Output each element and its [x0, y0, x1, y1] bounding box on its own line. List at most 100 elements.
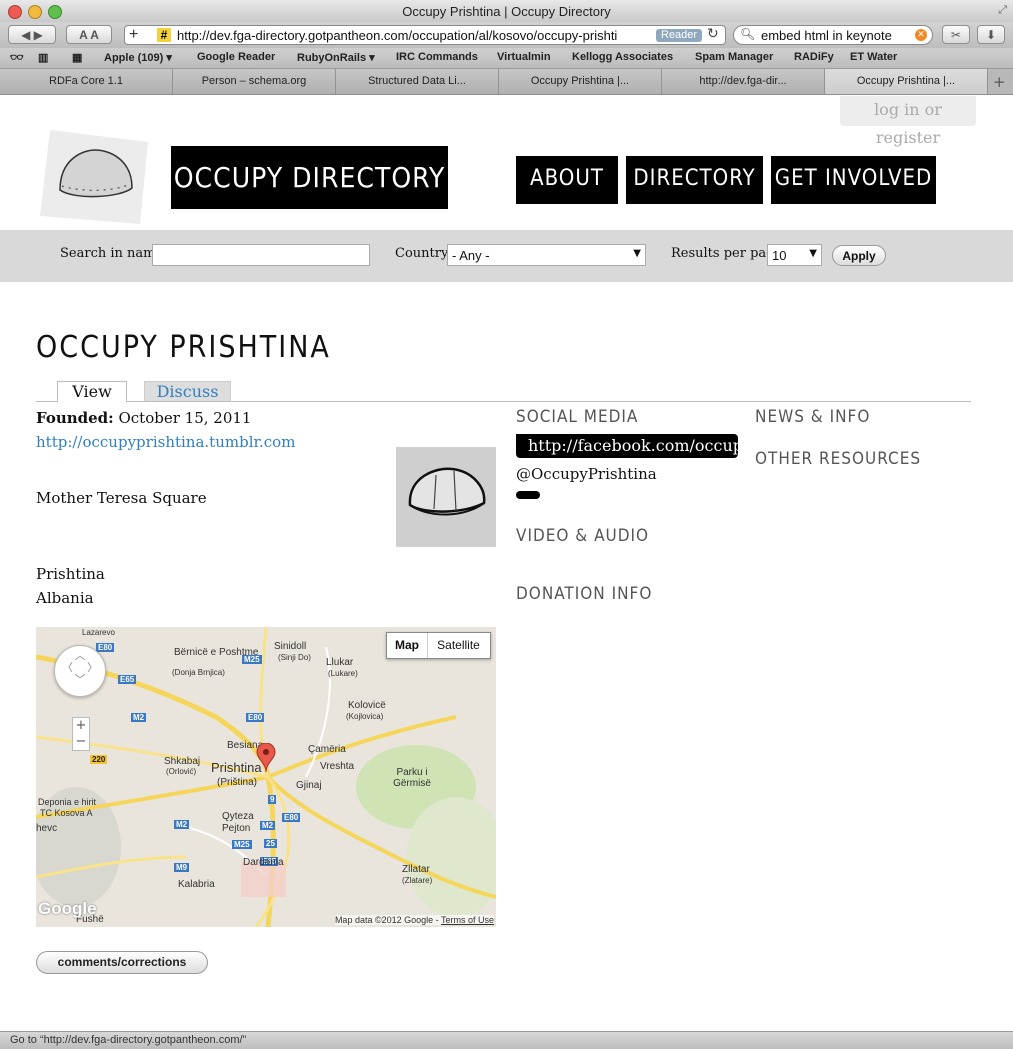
url-text[interactable]: http://dev.fga-directory.gotpantheon.com…	[177, 28, 655, 43]
bookmarks-grid-icon[interactable]: ▦	[72, 51, 82, 64]
map-label: Dardania	[243, 857, 284, 868]
browser-tab[interactable]: RDFa Core 1.1	[0, 69, 173, 94]
tab-discuss[interactable]: Discuss	[144, 381, 231, 401]
road-shield: E80	[246, 713, 265, 722]
results-per-page-label: Results per page	[671, 246, 783, 261]
facebook-link-text[interactable]: http://facebook.com/occupyprishtina	[528, 436, 738, 455]
browser-search-field[interactable]: 🔍︎ embed html in keynote ✕	[733, 25, 933, 45]
browser-status-bar: Go to “http://dev.fga-directory.gotpanth…	[0, 1031, 1013, 1049]
website-link[interactable]: http://occupyprishtina.tumblr.com	[36, 433, 295, 451]
clear-search-icon[interactable]: ✕	[915, 29, 927, 41]
map-label: Pejton	[222, 823, 251, 834]
bookmarks-bar: 👓︎ ▥ ▦ Apple (109) ▾ Google Reader RubyO…	[0, 48, 1013, 69]
bookmark-rubyonrails[interactable]: RubyOnRails ▾	[297, 51, 375, 64]
map-label: Shkabaj	[164, 756, 201, 767]
brand-title[interactable]: OCCUPY DIRECTORY	[171, 146, 448, 209]
donation-info-heading: DONATION INFO	[516, 584, 653, 604]
country-label: Country	[395, 246, 449, 261]
bookmark-kellogg[interactable]: Kellogg Associates	[572, 51, 673, 63]
map-label: (Donja Brnjica)	[172, 668, 225, 677]
terms-of-use-link[interactable]: Terms of Use	[441, 915, 494, 925]
browser-search-text[interactable]: embed html in keynote	[761, 28, 892, 43]
search-name-input[interactable]	[152, 244, 370, 266]
map-type-map-button[interactable]: Map	[387, 633, 428, 658]
text-size-buttons[interactable]: A A	[66, 25, 112, 44]
tab-view[interactable]: View	[57, 381, 127, 402]
map-label: Gjinaj	[296, 780, 322, 791]
twitter-handle[interactable]: @OccupyPrishtina	[516, 465, 657, 483]
nav-about[interactable]: ABOUT	[516, 156, 618, 204]
bookmark-radify[interactable]: RADiFy	[794, 51, 834, 63]
reload-icon[interactable]: ↻	[707, 26, 719, 42]
bookmark-apple[interactable]: Apple (109) ▾	[104, 51, 172, 64]
other-resources-heading: OTHER RESOURCES	[755, 449, 922, 469]
map-label: Llukar	[326, 657, 354, 668]
bookmark-google-reader[interactable]: Google Reader	[197, 51, 275, 63]
status-text: Go to “http://dev.fga-directory.gotpanth…	[10, 1034, 247, 1046]
news-info-heading: NEWS & INFO	[755, 407, 871, 427]
map-label: Parku i Gërmisë	[393, 767, 431, 789]
top-sites-icon[interactable]: ▥	[38, 51, 48, 64]
reader-button[interactable]: Reader	[656, 29, 703, 42]
search-name-label: Search in name	[60, 246, 164, 261]
map-label: Bërnicë e Poshtme	[174, 647, 259, 658]
browser-tab[interactable]: Person – schema.org	[173, 69, 336, 94]
map-label: (Sinji Do)	[278, 653, 311, 662]
browser-tab[interactable]: http://dev.fga-dir...	[662, 69, 825, 94]
road-shield: 220	[90, 755, 108, 764]
map-label: Zllatar	[402, 864, 430, 875]
road-shield: 9	[268, 795, 277, 804]
map-marker-icon[interactable]	[256, 742, 276, 777]
map-type-satellite-button[interactable]: Satellite	[427, 633, 490, 658]
browser-tab[interactable]: Structured Data Li...	[336, 69, 499, 94]
map-attribution: Map data ©2012 Google - Terms of Use	[334, 915, 494, 925]
bookmark-et-water[interactable]: ET Water	[850, 51, 897, 63]
bookmark-virtualmin[interactable]: Virtualmin	[497, 51, 551, 63]
map-label: hevc	[36, 823, 58, 834]
map-zoom-control[interactable]: + −	[72, 717, 90, 751]
map-label: TC Kosova A	[40, 808, 93, 818]
map-label: (Zlatare)	[402, 876, 433, 885]
apply-button[interactable]: Apply	[832, 245, 886, 266]
location-map[interactable]: E80 E65 M25 E80 M2 220 9 E80 M2 M25 25 M…	[36, 627, 496, 927]
bookmark-spam-manager[interactable]: Spam Manager	[695, 51, 773, 63]
fullscreen-icon[interactable]: ⤢	[998, 3, 1007, 17]
results-per-page-select[interactable]: 10 ▼	[767, 244, 822, 266]
bookmark-irc-commands[interactable]: IRC Commands	[396, 51, 478, 63]
zoom-out-icon[interactable]: −	[73, 734, 89, 750]
new-tab-icon[interactable]: +	[993, 73, 1006, 91]
google-logo[interactable]: Google	[38, 899, 97, 919]
browser-tab-bar: RDFa Core 1.1 Person – schema.org Struct…	[0, 69, 1013, 95]
map-label: Kolovicë	[348, 700, 386, 711]
back-forward-buttons[interactable]: ◀ ▶	[8, 25, 56, 44]
map-label: Deponia e hirit	[38, 797, 97, 807]
map-pan-control[interactable]: ︿ 〈 〉 ﹀	[54, 645, 106, 697]
site-logo[interactable]	[40, 128, 148, 224]
address-bar[interactable]: + # http://dev.fga-directory.gotpantheon…	[124, 25, 726, 45]
twitter-badge[interactable]	[516, 491, 540, 499]
country-text: Albania	[36, 589, 94, 607]
road-shield: M2	[131, 713, 147, 722]
browser-tab[interactable]: Occupy Prishtina |...	[499, 69, 662, 94]
country-select[interactable]: - Any - ▼	[447, 244, 646, 266]
page-title: OCCUPY PRISHTINA	[36, 330, 331, 365]
login-register-link[interactable]: log in or register	[840, 96, 976, 147]
zoom-in-icon[interactable]: +	[73, 718, 89, 734]
founded-date: October 15, 2011	[118, 409, 252, 427]
road-shield: E65	[118, 675, 137, 684]
founded-line: Founded: October 15, 2011	[36, 409, 251, 427]
add-bookmark-icon[interactable]: +	[129, 26, 138, 44]
download-icon[interactable]: ⬇	[977, 25, 1005, 44]
scissors-icon[interactable]: ✂	[942, 25, 970, 44]
nav-directory[interactable]: DIRECTORY	[626, 156, 763, 204]
browser-tab-active[interactable]: Occupy Prishtina |...	[825, 69, 988, 94]
comments-corrections-button[interactable]: comments/corrections	[36, 951, 208, 974]
social-media-heading: SOCIAL MEDIA	[516, 407, 639, 427]
map-attribution-text: Map data ©2012 Google -	[334, 915, 439, 925]
road-shield: E80	[282, 813, 301, 822]
nav-get-involved[interactable]: GET INVOLVED	[771, 156, 936, 204]
facebook-link[interactable]: http://facebook.com/occupyprishtina	[516, 434, 738, 458]
reading-list-icon[interactable]: 👓︎	[10, 51, 24, 64]
map-label: Çamëria	[308, 744, 346, 755]
window-titlebar: Occupy Prishtina | Occupy Directory ⤢	[0, 0, 1013, 23]
